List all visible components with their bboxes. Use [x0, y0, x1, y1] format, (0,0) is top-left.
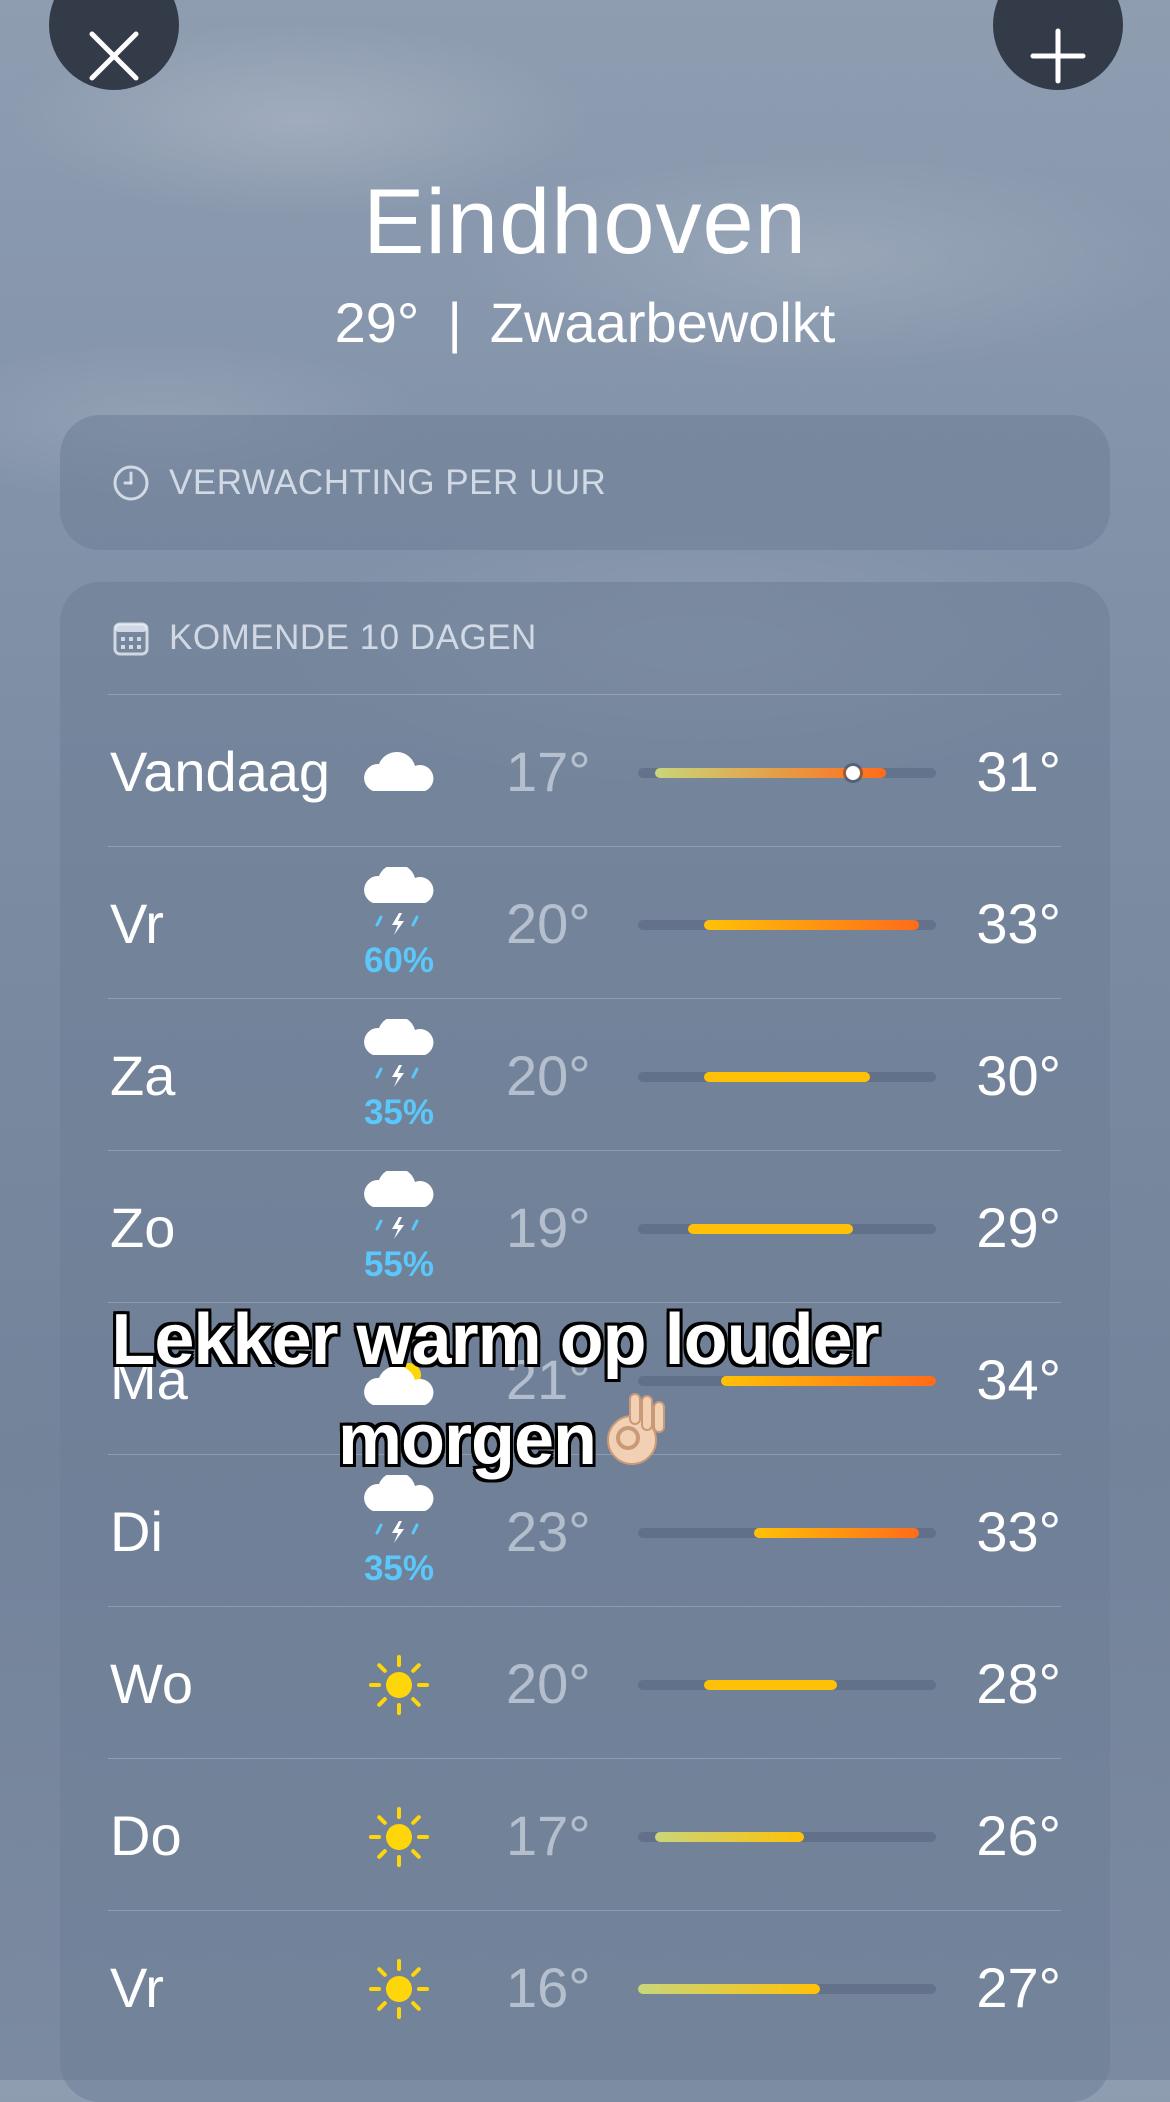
high-temperature: 33°: [976, 1500, 1061, 1563]
high-temperature: 29°: [976, 1196, 1061, 1259]
calendar-icon: [113, 622, 149, 656]
day-name: Za: [110, 1044, 176, 1107]
temperature-range-fill: [704, 1072, 870, 1082]
day-row[interactable]: Vandaag 17° 31°: [108, 694, 1061, 846]
low-temperature: 20°: [506, 1652, 591, 1715]
hourly-forecast-header: VERWACHTING PER UUR: [111, 463, 606, 503]
high-temperature: 28°: [976, 1652, 1061, 1715]
day-name: Di: [110, 1500, 163, 1563]
sun-icon: [355, 1635, 443, 1735]
temperature-range-bar: [638, 1528, 936, 1538]
low-temperature: 20°: [506, 1044, 591, 1107]
low-temperature: 17°: [506, 740, 591, 803]
low-temperature: 20°: [506, 892, 591, 955]
current-temperature: 29°: [334, 291, 420, 354]
city-name: Eindhoven: [363, 171, 807, 273]
temperature-range-fill: [704, 920, 920, 930]
ten-day-forecast-header: KOMENDE 10 DAGEN: [111, 618, 537, 658]
separator: |: [447, 291, 462, 354]
ok-hand-emoji-icon: [602, 1392, 672, 1498]
high-temperature: 34°: [976, 1348, 1061, 1411]
day-name: Vandaag: [110, 740, 331, 803]
sun-icon: [355, 1787, 443, 1887]
day-row[interactable]: Vr 16° 27°: [108, 1910, 1061, 2062]
day-name: Vr: [110, 892, 164, 955]
temperature-range-bar: [638, 766, 936, 780]
clock-icon: [113, 465, 149, 501]
temperature-range-fill: [704, 1680, 837, 1690]
day-row[interactable]: Zo 55% 19° 29°: [108, 1150, 1061, 1302]
temperature-range-fill: [654, 1832, 804, 1842]
current-conditions: 29° | Zwaarbewolkt: [0, 290, 1170, 355]
high-temperature: 33°: [976, 892, 1061, 955]
temperature-range-bar: [638, 1072, 936, 1082]
caption-line-2-wrapper: morgen: [30, 1390, 960, 1498]
xmark-icon: [89, 31, 139, 81]
low-temperature: 16°: [506, 1956, 591, 2019]
video-caption-overlay: Lekker warm op louder morgen: [30, 1290, 960, 1498]
day-row[interactable]: Do 17° 26°: [108, 1758, 1061, 1910]
high-temperature: 31°: [976, 740, 1061, 803]
hourly-forecast-label: VERWACHTING PER UUR: [169, 463, 607, 502]
day-row[interactable]: Wo 20° 28°: [108, 1606, 1061, 1758]
close-button[interactable]: [49, 0, 179, 90]
temperature-range-bar: [638, 1984, 936, 1994]
low-temperature: 17°: [506, 1804, 591, 1867]
add-location-button[interactable]: [993, 0, 1123, 90]
temperature-range-fill: [638, 1984, 821, 1994]
condition-text: Zwaarbewolkt: [489, 291, 836, 354]
high-temperature: 30°: [976, 1044, 1061, 1107]
low-temperature: 23°: [506, 1500, 591, 1563]
precipitation-chance: 60%: [363, 941, 435, 980]
day-row[interactable]: Vr 60% 20° 33°: [108, 846, 1061, 998]
precipitation-chance: 35%: [363, 1549, 435, 1588]
cloud-icon: [355, 723, 443, 823]
day-name: Do: [110, 1804, 182, 1867]
day-name: Vr: [110, 1956, 164, 2019]
temperature-range-bar: [638, 1832, 936, 1842]
temperature-range-fill: [753, 1528, 920, 1538]
plus-icon: [1030, 28, 1086, 84]
low-temperature: 19°: [506, 1196, 591, 1259]
hourly-forecast-panel[interactable]: VERWACHTING PER UUR: [60, 415, 1110, 550]
temperature-range-bar: [638, 1680, 936, 1690]
day-name: Zo: [110, 1196, 176, 1259]
temperature-range-bar: [638, 920, 936, 930]
day-name: Wo: [110, 1652, 193, 1715]
sun-icon: [355, 1939, 443, 2039]
temperature-range-bar: [638, 1224, 936, 1234]
high-temperature: 27°: [976, 1956, 1061, 2019]
temperature-range-fill: [687, 1224, 854, 1234]
precipitation-chance: 55%: [363, 1245, 435, 1284]
caption-line-1: Lekker warm op louder: [111, 1300, 879, 1380]
caption-line-2: morgen: [337, 1400, 597, 1480]
high-temperature: 26°: [976, 1804, 1061, 1867]
day-row[interactable]: Za 35% 20° 30°: [108, 998, 1061, 1150]
ten-day-forecast-label: KOMENDE 10 DAGEN: [169, 618, 537, 657]
precipitation-chance: 35%: [363, 1093, 435, 1132]
